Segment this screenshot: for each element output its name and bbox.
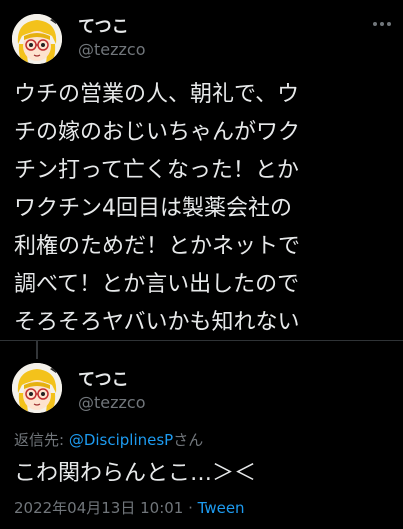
main-tweet[interactable]: てつこ @tezzco ウチの営業の人、朝礼で、ウ チの嫁のおじいちゃんがワク … (0, 0, 403, 340)
reply-to-suffix: さん (173, 431, 204, 449)
author-handle[interactable]: @tezzco (78, 393, 146, 412)
tweet-body-line: ワクチン4回目は製薬会社の (14, 196, 292, 221)
more-dots-icon (373, 22, 391, 26)
client-link[interactable]: Tween (198, 499, 245, 517)
tweet-body-line: 調べて！とか言い出したので (14, 272, 300, 297)
reply-to-line: 返信先: @DisciplinesPさん (14, 429, 203, 450)
thread-connector-line (36, 341, 38, 359)
mention-link[interactable]: @DisciplinesP (69, 431, 173, 449)
tweet-body-line: 利権のためだ！とかネットで (14, 234, 301, 259)
tweet-body-line: チン打って亡くなった！とか (14, 158, 299, 183)
reply-body: こわ関わらんとこ…＞＜ (14, 461, 257, 486)
avatar-illustration-icon (12, 14, 62, 64)
avatar-illustration-icon (12, 363, 62, 413)
tweet-meta: 2022年04月13日 10:01 · Tween (14, 497, 245, 518)
reply-tweet[interactable]: てつこ @tezzco 返信先: @DisciplinesPさん こわ関わらんと… (0, 341, 403, 529)
avatar[interactable] (12, 363, 62, 413)
avatar[interactable] (12, 14, 62, 64)
tweet-body-line: そろそろヤバいかも知れない (14, 310, 300, 335)
more-options-button[interactable] (370, 12, 394, 36)
tweet-body-line: ウチの営業の人、朝礼で、ウ (14, 82, 300, 107)
tweet-body: ウチの営業の人、朝礼で、ウ チの嫁のおじいちゃんがワク チン打って亡くなった！と… (14, 76, 394, 342)
meta-separator: · (183, 499, 198, 517)
tweet-body-line: チの嫁のおじいちゃんがワク (14, 120, 301, 145)
author-handle[interactable]: @tezzco (78, 40, 146, 59)
author-name[interactable]: てつこ (78, 12, 129, 37)
author-name[interactable]: てつこ (78, 365, 129, 390)
reply-to-prefix: 返信先: (14, 431, 69, 449)
timestamp[interactable]: 2022年04月13日 10:01 (14, 499, 183, 517)
